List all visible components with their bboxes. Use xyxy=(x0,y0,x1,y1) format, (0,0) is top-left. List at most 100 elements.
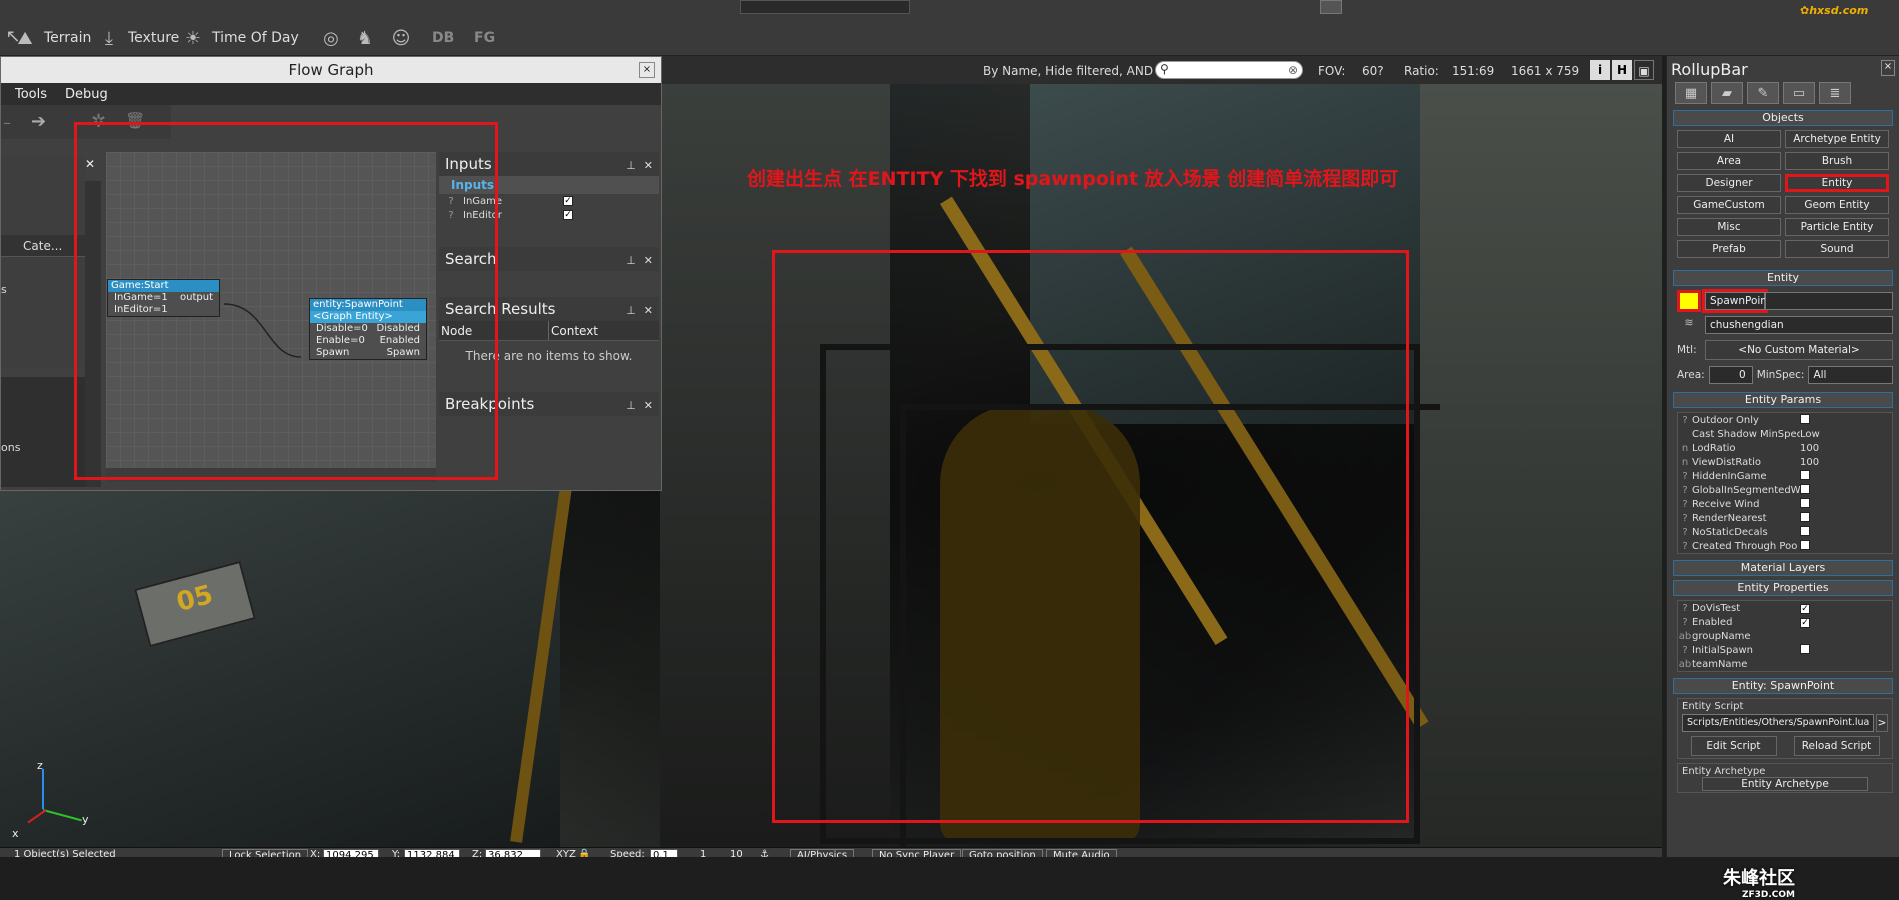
close-icon[interactable]: ✕ xyxy=(644,399,653,412)
modeling-tab-icon[interactable]: ✎ xyxy=(1747,82,1779,104)
ai-physics-button[interactable]: AI/Physics xyxy=(790,849,855,857)
lock-selection-button[interactable]: Lock Selection xyxy=(222,849,309,857)
property-value[interactable]: ✓ xyxy=(1800,603,1892,614)
geom-entity-button[interactable]: Geom Entity xyxy=(1785,196,1889,214)
speed-10-button[interactable]: 10 xyxy=(730,849,743,857)
property-checkbox[interactable]: ✓ xyxy=(1800,603,1810,614)
property-row[interactable]: ab groupName xyxy=(1678,629,1892,643)
misc-button[interactable]: Misc xyxy=(1677,218,1781,236)
z-coordinate-field[interactable]: 36.832 xyxy=(485,849,541,857)
character-button[interactable]: ♞ xyxy=(352,20,378,56)
script-browse-icon[interactable]: > xyxy=(1876,714,1888,732)
area-button[interactable]: Area xyxy=(1677,152,1781,170)
property-row[interactable]: ab teamName xyxy=(1678,657,1892,671)
entity-name-field[interactable]: SpawnPoint1 xyxy=(1702,289,1778,313)
edit-script-button[interactable]: Edit Script xyxy=(1690,736,1777,756)
context-column[interactable]: Context xyxy=(549,321,598,340)
snap-icon[interactable]: ⚓ xyxy=(760,849,769,857)
entity-properties-header[interactable]: Entity Properties xyxy=(1673,580,1893,596)
speed-field[interactable]: 0.1 xyxy=(650,849,678,857)
hud-toggle-icon[interactable]: H xyxy=(1612,60,1632,80)
close-icon[interactable]: ✕ xyxy=(644,304,653,317)
ingame-checkbox[interactable]: ✓ xyxy=(563,196,573,206)
objects-tab-icon[interactable]: ▦ xyxy=(1675,82,1707,104)
toolbar-dropdown-arrow[interactable] xyxy=(1320,0,1342,14)
property-value[interactable] xyxy=(1800,483,1892,497)
mute-audio-button[interactable]: Mute Audio xyxy=(1046,849,1117,857)
lock-icon[interactable]: 🔒 xyxy=(578,849,590,857)
property-checkbox[interactable] xyxy=(1800,469,1810,480)
db-button[interactable]: DB xyxy=(432,20,454,56)
property-value[interactable]: Low xyxy=(1800,429,1892,440)
property-checkbox[interactable]: ✓ xyxy=(1800,617,1810,628)
pin-icon[interactable]: ⊥ xyxy=(626,304,636,317)
fg-button[interactable]: FG xyxy=(474,20,495,56)
viewport-search[interactable]: ⚲ ⊗ xyxy=(1155,61,1303,79)
entity-archetype-button[interactable]: Entity Archetype xyxy=(1702,777,1868,791)
minspec-dropdown[interactable]: All xyxy=(1808,366,1893,384)
pin-icon[interactable]: ⊥ xyxy=(626,254,636,267)
property-value[interactable] xyxy=(1800,497,1892,511)
y-coordinate-field[interactable]: 1132.884 xyxy=(404,849,460,857)
ratio-value[interactable]: 151:69 xyxy=(1452,64,1494,78)
property-row[interactable]: ? DoVisTest ✓ xyxy=(1678,601,1892,615)
property-value[interactable] xyxy=(1800,511,1892,525)
goto-position-button[interactable]: Goto position xyxy=(962,849,1043,857)
gamecustom-button[interactable]: GameCustom xyxy=(1677,196,1781,214)
property-row[interactable]: ? Enabled ✓ xyxy=(1678,615,1892,629)
property-row[interactable]: ? HiddenInGame xyxy=(1678,469,1892,483)
viewport-search-input[interactable] xyxy=(1172,63,1282,77)
resolution-value[interactable]: 1661 x 759 xyxy=(1511,64,1579,78)
close-icon[interactable]: × xyxy=(1881,60,1895,76)
entity-button[interactable]: Entity xyxy=(1785,174,1889,192)
property-checkbox[interactable] xyxy=(1800,497,1810,508)
property-value[interactable]: 100 xyxy=(1800,457,1892,468)
property-row[interactable]: ? GlobalInSegmentedW xyxy=(1678,483,1892,497)
property-value[interactable] xyxy=(1800,539,1892,553)
entity-params-header[interactable]: Entity Params xyxy=(1673,392,1893,408)
script-path-field[interactable]: Scripts/Entities/Others/SpawnPoint.lua xyxy=(1682,714,1874,732)
category-column[interactable]: Cate... xyxy=(23,239,62,253)
brush-button[interactable]: Brush xyxy=(1785,152,1889,170)
reload-script-button[interactable]: Reload Script xyxy=(1793,736,1880,756)
close-icon[interactable]: ✕ xyxy=(644,254,653,267)
entity-spawnpoint-header[interactable]: Entity: SpawnPoint xyxy=(1673,678,1893,694)
property-value[interactable] xyxy=(1800,643,1892,657)
property-row[interactable]: ? Outdoor Only xyxy=(1678,413,1892,427)
designer-button[interactable]: Designer xyxy=(1677,174,1781,192)
ineditor-checkbox[interactable]: ✓ xyxy=(563,210,573,220)
x-coordinate-field[interactable]: 1094.295 xyxy=(323,849,379,857)
close-icon[interactable]: × xyxy=(639,62,655,78)
sound-button[interactable]: Sound xyxy=(1785,240,1889,258)
property-checkbox[interactable] xyxy=(1800,525,1810,536)
toolbar-dropdown[interactable] xyxy=(740,0,910,14)
flow-graph-titlebar[interactable]: Flow Graph × xyxy=(1,57,661,83)
property-checkbox[interactable] xyxy=(1800,511,1810,522)
texture-button[interactable]: ⤓ Texture xyxy=(96,20,179,56)
property-value[interactable]: ✓ xyxy=(1800,617,1892,628)
property-checkbox[interactable] xyxy=(1800,413,1810,424)
archetype-entity-button[interactable]: Archetype Entity xyxy=(1785,130,1889,148)
display-tab-icon[interactable]: ▭ xyxy=(1783,82,1815,104)
property-value[interactable] xyxy=(1800,413,1892,427)
ai-button[interactable]: AI xyxy=(1677,130,1781,148)
property-value[interactable] xyxy=(1800,469,1892,483)
close-icon[interactable]: ✕ xyxy=(644,159,653,172)
property-value[interactable] xyxy=(1800,525,1892,539)
property-checkbox[interactable] xyxy=(1800,643,1810,654)
graph-item[interactable]: s xyxy=(1,283,7,296)
prefab-button[interactable]: Prefab xyxy=(1677,240,1781,258)
property-row[interactable]: ? Created Through Poo xyxy=(1678,539,1892,553)
fov-value[interactable]: 60? xyxy=(1362,64,1384,78)
terrain-tab-icon[interactable]: ▰ xyxy=(1711,82,1743,104)
lifebuoy-button[interactable]: ◎ xyxy=(318,20,344,56)
entity-section-header[interactable]: Entity xyxy=(1673,270,1893,286)
property-row[interactable]: ? Receive Wind xyxy=(1678,497,1892,511)
pin-icon[interactable]: ⊥ xyxy=(626,399,636,412)
property-row[interactable]: Cast Shadow MinSpec Low xyxy=(1678,427,1892,441)
material-layers-header[interactable]: Material Layers xyxy=(1673,560,1893,576)
particle-entity-button[interactable]: Particle Entity xyxy=(1785,218,1889,236)
property-row[interactable]: ? InitialSpawn xyxy=(1678,643,1892,657)
pin-icon[interactable]: ⊥ xyxy=(626,159,636,172)
objects-section-header[interactable]: Objects xyxy=(1673,110,1893,126)
